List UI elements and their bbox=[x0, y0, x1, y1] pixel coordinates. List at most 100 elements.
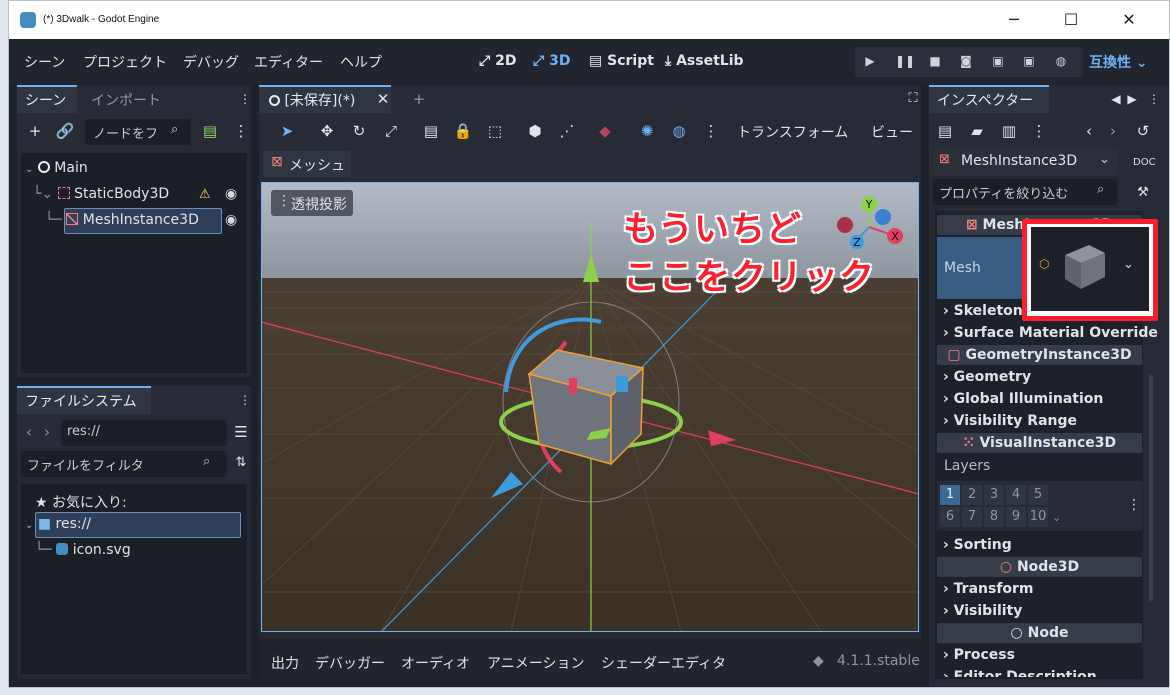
tab-inspector[interactable]: インスペクター bbox=[937, 90, 1033, 110]
section-sorting[interactable]: › Sorting bbox=[943, 537, 1012, 553]
section-geometryinstance3d[interactable]: ▢ GeometryInstance3D bbox=[937, 345, 1142, 365]
forward-icon[interactable]: › bbox=[41, 422, 53, 442]
move-tool-icon[interactable]: ✥ bbox=[317, 121, 337, 141]
section-node[interactable]: ○ Node bbox=[937, 623, 1142, 643]
tab-debugger[interactable]: デバッガー bbox=[315, 653, 385, 673]
tab-import[interactable]: インポート bbox=[91, 90, 161, 110]
layer-8[interactable]: 8 bbox=[984, 507, 1004, 527]
renderer-select[interactable]: 互換性 ⌄ bbox=[1089, 52, 1148, 72]
section-visualinstance3d[interactable]: ⁙ VisualInstance3D bbox=[937, 433, 1142, 453]
select-tool-icon[interactable]: ➤ bbox=[277, 121, 297, 141]
group-icon[interactable]: ⬚ bbox=[485, 121, 505, 141]
remote-debug-icon[interactable]: ◙ bbox=[958, 53, 974, 69]
history-icon[interactable]: ↺ bbox=[1133, 121, 1153, 141]
tab-filesystem[interactable]: ファイルシステム bbox=[25, 391, 137, 411]
movie-maker-icon[interactable]: ◍ bbox=[1053, 53, 1069, 69]
mesh-menu[interactable]: ⊠ メッシュ bbox=[263, 151, 351, 177]
visibility-eye-icon[interactable]: ◉ bbox=[225, 212, 237, 228]
stop-icon[interactable]: ■ bbox=[927, 53, 943, 69]
dock-menu-icon[interactable]: ⋮ bbox=[239, 390, 251, 410]
dock-right-icon[interactable]: ▶ bbox=[1125, 89, 1139, 109]
scene-tab[interactable]: [未保存](*) bbox=[269, 90, 355, 110]
add-node-icon[interactable]: + bbox=[25, 121, 45, 141]
tab-scene[interactable]: シーン bbox=[25, 90, 66, 110]
layer-1[interactable]: 1 bbox=[940, 485, 960, 505]
file-icon-svg[interactable]: └─ icon.svg bbox=[35, 542, 131, 558]
new-resource-icon[interactable]: ▤ bbox=[935, 121, 955, 141]
sort-icon[interactable]: ⇅ bbox=[231, 453, 251, 473]
scene-menu-icon[interactable]: ⋮ bbox=[231, 121, 251, 141]
doc-icon[interactable]: DOC bbox=[1133, 153, 1156, 173]
menu-project[interactable]: プロジェクト bbox=[83, 52, 167, 72]
camera-icon[interactable]: ◆ bbox=[595, 121, 615, 141]
environment-preview-icon[interactable]: ◍ bbox=[669, 121, 689, 141]
view-menu[interactable]: ビュー bbox=[871, 122, 913, 142]
layer-5[interactable]: 5 bbox=[1028, 485, 1048, 505]
mode-script-button[interactable]: ▤ Script bbox=[589, 53, 654, 69]
add-tab-icon[interactable]: + bbox=[409, 89, 429, 109]
menu-debug[interactable]: デバッグ bbox=[183, 52, 239, 72]
attach-script-icon[interactable]: ▤ bbox=[200, 121, 220, 141]
sun-preview-icon[interactable]: ✺ bbox=[637, 121, 657, 141]
link-icon[interactable]: 🔗 bbox=[55, 121, 75, 141]
minimize-icon[interactable]: ─ bbox=[994, 9, 1034, 31]
history-forward-icon[interactable]: › bbox=[1103, 121, 1123, 141]
mode-assetlib-button[interactable]: ⤓ AssetLib bbox=[665, 53, 744, 69]
snap-object-icon[interactable]: ⬢ bbox=[525, 121, 545, 141]
layer-6[interactable]: 6 bbox=[940, 507, 960, 527]
section-visibility[interactable]: › Visibility bbox=[943, 603, 1022, 619]
visibility-eye-icon[interactable]: ◉ bbox=[225, 186, 237, 202]
tools-icon[interactable]: ⚒ bbox=[1133, 183, 1153, 203]
more-icon[interactable]: ⋮ bbox=[1127, 497, 1141, 513]
transform-menu[interactable]: トランスフォーム bbox=[737, 122, 848, 142]
more-icon[interactable]: ⋮ bbox=[701, 121, 721, 141]
section-visibility-range[interactable]: › Visibility Range bbox=[943, 413, 1077, 429]
layer-3[interactable]: 3 bbox=[984, 485, 1004, 505]
more-icon[interactable]: ⋮ bbox=[1029, 121, 1049, 141]
fullscreen-icon[interactable]: ⛶ bbox=[903, 89, 923, 109]
play-icon[interactable]: ▶ bbox=[862, 53, 878, 69]
section-transform[interactable]: › Transform bbox=[943, 581, 1034, 597]
section-surface-material-override[interactable]: › Surface Material Override bbox=[943, 325, 1158, 341]
inspector-scrollbar[interactable] bbox=[1149, 375, 1153, 601]
list-select-icon[interactable]: ▤ bbox=[421, 121, 441, 141]
menu-scene[interactable]: シーン bbox=[24, 52, 65, 72]
perspective-menu[interactable]: ⋮ 透視投影 bbox=[271, 190, 353, 216]
property-filter-input[interactable]: プロパティを絞り込む ⌕ bbox=[933, 179, 1117, 205]
pause-icon[interactable]: ❚❚ bbox=[895, 53, 915, 69]
tree-node-main[interactable]: ⌄ Main bbox=[25, 160, 88, 176]
history-back-icon[interactable]: ‹ bbox=[1079, 121, 1099, 141]
tree-node-staticbody3d[interactable]: └⌄ StaticBody3D bbox=[33, 186, 169, 202]
split-view-icon[interactable]: ☰ bbox=[231, 422, 251, 442]
dock-menu-icon[interactable]: ⋮ bbox=[239, 89, 251, 109]
scale-tool-icon[interactable]: ⤢ bbox=[381, 121, 401, 141]
tab-animation[interactable]: アニメーション bbox=[487, 653, 584, 673]
section-editor-description[interactable]: › Editor Description bbox=[943, 669, 1097, 677]
close-window-icon[interactable]: ✕ bbox=[1109, 9, 1149, 31]
chevron-down-icon[interactable]: ⌄ bbox=[1052, 511, 1061, 524]
mode-3d-button[interactable]: ⤢ 3D bbox=[533, 53, 570, 69]
path-field[interactable]: res:// bbox=[61, 420, 227, 446]
maximize-icon[interactable]: ☐ bbox=[1051, 9, 1091, 31]
layer-9[interactable]: 9 bbox=[1006, 507, 1026, 527]
open-folder-icon[interactable]: ▰ bbox=[967, 121, 987, 141]
snap-icon[interactable]: ⋰ bbox=[557, 121, 577, 141]
layer-4[interactable]: 4 bbox=[1006, 485, 1026, 505]
menu-help[interactable]: ヘルプ bbox=[340, 52, 382, 72]
tab-output[interactable]: 出力 bbox=[271, 653, 299, 673]
mesh-resource-picker[interactable]: ⬡ ⌄ bbox=[1031, 227, 1149, 311]
tree-node-meshinstance3d[interactable]: └─ MeshInstance3D bbox=[45, 212, 199, 228]
section-global-illumination[interactable]: › Global Illumination bbox=[943, 391, 1103, 407]
dock-menu-icon[interactable]: ⋮ bbox=[1147, 89, 1161, 109]
play-custom-scene-icon[interactable]: ▣ bbox=[1021, 53, 1037, 69]
layer-10[interactable]: 10 bbox=[1028, 507, 1048, 527]
layer-7[interactable]: 7 bbox=[962, 507, 982, 527]
play-scene-icon[interactable]: ▣ bbox=[990, 53, 1006, 69]
close-tab-icon[interactable]: ✕ bbox=[373, 89, 393, 109]
tab-audio[interactable]: オーディオ bbox=[401, 653, 470, 673]
warning-icon[interactable]: ⚠ bbox=[199, 187, 211, 202]
section-process[interactable]: › Process bbox=[943, 647, 1015, 663]
section-node3d[interactable]: ○ Node3D bbox=[937, 557, 1142, 577]
back-icon[interactable]: ‹ bbox=[23, 422, 35, 442]
dock-left-icon[interactable]: ◀ bbox=[1109, 89, 1123, 109]
